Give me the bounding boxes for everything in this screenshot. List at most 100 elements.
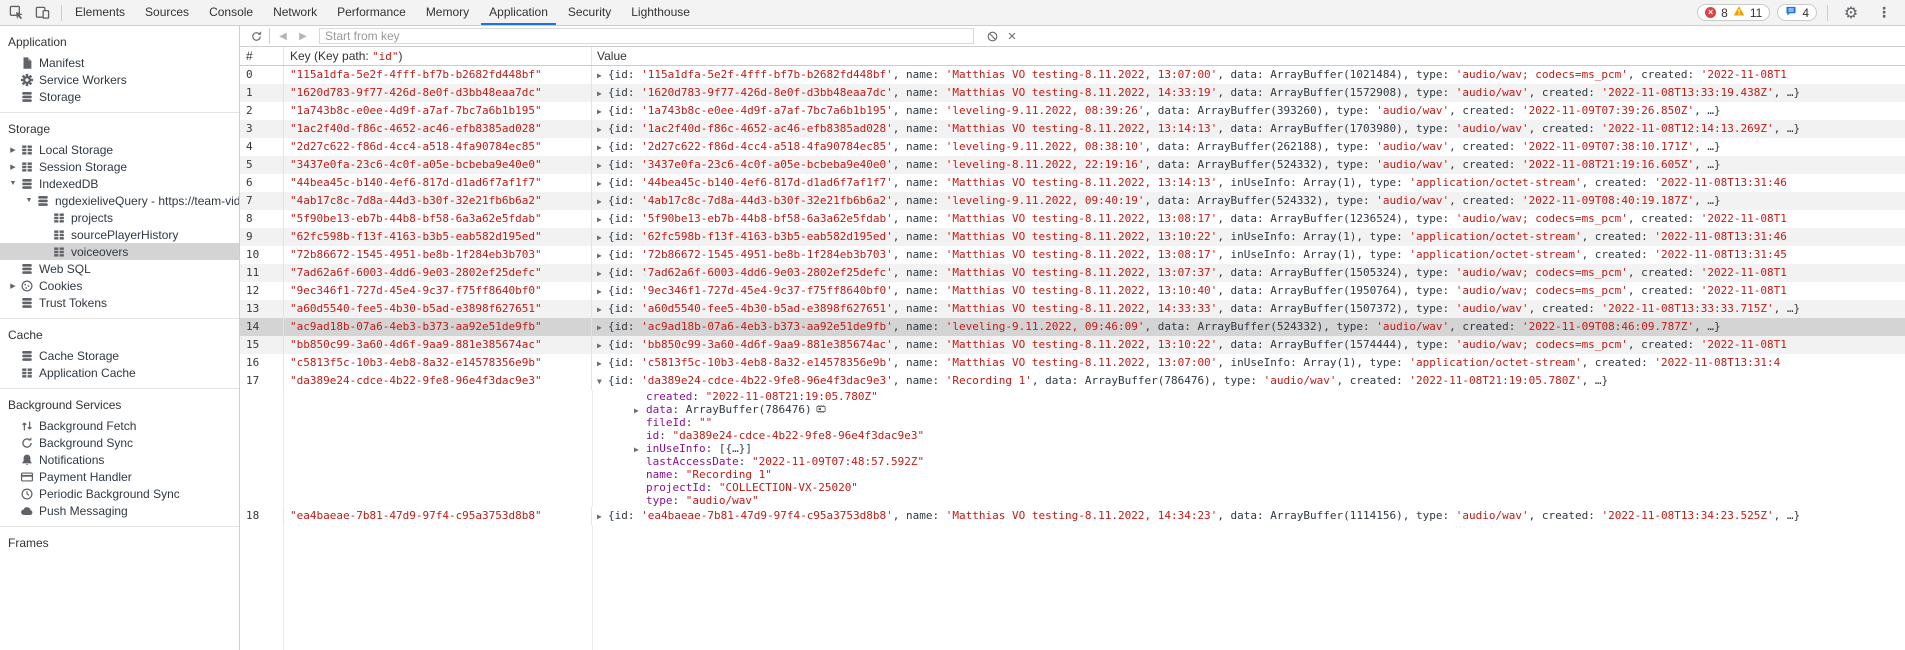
table-row[interactable]: 13"a60d5540-fee5-4b30-b5ad-e3898f627651"… — [240, 300, 1905, 318]
table-row[interactable]: 10"72b86672-1545-4951-be8b-1f284eb3b703"… — [240, 246, 1905, 264]
sidebar-item-background-sync[interactable]: Background Sync — [0, 434, 239, 451]
sidebar-item-cache-storage[interactable]: Cache Storage — [0, 347, 239, 364]
sidebar-item-background-fetch[interactable]: Background Fetch — [0, 417, 239, 434]
expanded-property-row[interactable]: created: "2022-11-08T21:19:05.780Z" — [240, 390, 1905, 403]
table-row[interactable]: 5"3437e0fa-23c6-4c0f-a05e-bcbeba9e40e0"▶… — [240, 156, 1905, 174]
expander-icon[interactable]: ▶ — [597, 157, 608, 174]
expanded-property-row[interactable]: name: "Recording 1" — [240, 468, 1905, 481]
delete-selected-button[interactable] — [1002, 27, 1022, 45]
sidebar-item-payment-handler[interactable]: Payment Handler — [0, 468, 239, 485]
tab-elements[interactable]: Elements — [65, 0, 135, 25]
clear-object-store-button[interactable] — [982, 27, 1002, 45]
expander-icon[interactable]: ▶ — [634, 404, 646, 416]
expander-icon[interactable]: ▶ — [634, 443, 646, 455]
expander-icon[interactable]: ▶ — [597, 508, 608, 525]
page-forward-button[interactable] — [293, 27, 313, 45]
expander-icon[interactable]: ▶ — [597, 193, 608, 210]
sidebar-item-trust-tokens[interactable]: Trust Tokens — [0, 294, 239, 311]
expanded-property-row[interactable]: ▶inUseInfo: [{…}] — [240, 442, 1905, 455]
tab-security[interactable]: Security — [558, 0, 621, 25]
table-row[interactable]: 1"1620d783-9f77-426d-8e0f-d3bb48eaa7dc"▶… — [240, 84, 1905, 102]
issues-badge[interactable]: 4 — [1777, 4, 1817, 21]
expander-icon[interactable]: ▶ — [597, 283, 608, 300]
expander-icon[interactable]: ▶ — [597, 337, 608, 354]
sidebar-item-session-storage[interactable]: ▶Session Storage — [0, 158, 239, 175]
table-row[interactable]: 17"da389e24-cdce-4b22-9fe8-96e4f3dac9e3"… — [240, 372, 1905, 390]
sidebar-item-notifications[interactable]: Notifications — [0, 451, 239, 468]
memory-inspector-icon[interactable] — [815, 403, 827, 416]
sidebar-item-local-storage[interactable]: ▶Local Storage — [0, 141, 239, 158]
console-status-badges[interactable]: × 8 11 — [1697, 4, 1770, 21]
expander-icon[interactable]: ▶ — [6, 163, 20, 171]
kebab-menu-icon[interactable] — [1871, 0, 1897, 25]
table-row[interactable]: 8"5f90be13-eb7b-44b8-bf58-6a3a62e5fdab"▶… — [240, 210, 1905, 228]
sidebar-item-manifest[interactable]: Manifest — [0, 54, 239, 71]
tab-network[interactable]: Network — [263, 0, 327, 25]
expander-icon[interactable]: ▶ — [597, 265, 608, 282]
expander-icon[interactable]: ▶ — [597, 175, 608, 192]
table-row[interactable]: 3"1ac2f40d-f86c-4652-ac46-efb8385ad028"▶… — [240, 120, 1905, 138]
refresh-button[interactable] — [246, 27, 266, 45]
expander-icon[interactable]: ▶ — [597, 67, 608, 84]
tab-performance[interactable]: Performance — [327, 0, 416, 25]
tab-application[interactable]: Application — [479, 0, 558, 25]
sidebar-item-indexeddb[interactable]: ▼IndexedDB — [0, 175, 239, 192]
expander-icon[interactable]: ▶ — [597, 211, 608, 228]
sidebar-item-sourceplayerhistory[interactable]: sourcePlayerHistory — [0, 226, 239, 243]
expander-icon[interactable]: ▼ — [22, 197, 36, 204]
table-row[interactable]: 12"9ec346f1-727d-45e4-9c37-f75ff8640bf0"… — [240, 282, 1905, 300]
sidebar-item-periodic-background-sync[interactable]: Periodic Background Sync — [0, 485, 239, 502]
sidebar-item-push-messaging[interactable]: Push Messaging — [0, 502, 239, 519]
table-row[interactable]: 16"c5813f5c-10b3-4eb8-8a32-e14578356e9b"… — [240, 354, 1905, 372]
column-header-index[interactable]: # — [240, 47, 284, 65]
inspect-element-icon[interactable] — [3, 0, 29, 25]
table-row[interactable]: 4"2d27c622-f86d-4cc4-a518-4fa90784ec85"▶… — [240, 138, 1905, 156]
sidebar-item-ngdexielivequery-https-team-vidieditor-v[interactable]: ▼ngdexieliveQuery - https://team-vidiedi… — [0, 192, 239, 209]
table-row[interactable]: 18"ea4baeae-7b81-47d9-97f4-c95a3753d8b8"… — [240, 507, 1905, 525]
expander-icon[interactable]: ▶ — [6, 146, 20, 154]
table-row[interactable]: 9"62fc598b-f13f-4163-b3b5-eab582d195ed"▶… — [240, 228, 1905, 246]
tab-console[interactable]: Console — [199, 0, 263, 25]
page-back-button[interactable] — [273, 27, 293, 45]
device-toolbar-icon[interactable] — [29, 0, 55, 25]
expander-icon[interactable]: ▶ — [597, 301, 608, 318]
table-row[interactable]: 11"7ad62a6f-6003-4dd6-9e03-2802ef25defc"… — [240, 264, 1905, 282]
table-row[interactable]: 6"44bea45c-b140-4ef6-817d-d1ad6f7af1f7"▶… — [240, 174, 1905, 192]
column-header-key[interactable]: Key (Key path: "id") — [284, 47, 592, 65]
sidebar-item-service-workers[interactable]: Service Workers — [0, 71, 239, 88]
expanded-property-row[interactable]: ▶data: ArrayBuffer(786476) — [240, 403, 1905, 416]
expander-icon[interactable]: ▶ — [597, 85, 608, 102]
expander-icon[interactable]: ▶ — [597, 121, 608, 138]
sidebar-item-voiceovers[interactable]: voiceovers — [0, 243, 239, 260]
sidebar-item-web-sql[interactable]: Web SQL — [0, 260, 239, 277]
table-row[interactable]: 2"1a743b8c-e0ee-4d9f-a7af-7bc7a6b1b195"▶… — [240, 102, 1905, 120]
expanded-property-row[interactable]: projectId: "COLLECTION-VX-25020" — [240, 481, 1905, 494]
sidebar-item-application-cache[interactable]: Application Cache — [0, 364, 239, 381]
table-row[interactable]: 7"4ab17c8c-7d8a-44d3-b30f-32e21fb6b6a2"▶… — [240, 192, 1905, 210]
sidebar-item-cookies[interactable]: ▶Cookies — [0, 277, 239, 294]
expander-icon[interactable]: ▶ — [597, 319, 608, 336]
column-header-value[interactable]: Value — [592, 47, 1905, 65]
table-row[interactable]: 0"115a1dfa-5e2f-4fff-bf7b-b2682fd448bf"▶… — [240, 66, 1905, 84]
expanded-property-row[interactable]: fileId: "" — [240, 416, 1905, 429]
expander-icon[interactable]: ▶ — [597, 247, 608, 264]
sidebar-item-projects[interactable]: projects — [0, 209, 239, 226]
tab-memory[interactable]: Memory — [416, 0, 479, 25]
expander-icon[interactable]: ▼ — [597, 373, 608, 390]
table-row[interactable]: 15"bb850c99-3a60-4d6f-9aa9-881e385674ac"… — [240, 336, 1905, 354]
expander-icon[interactable]: ▼ — [6, 180, 20, 187]
expander-icon[interactable]: ▶ — [597, 229, 608, 246]
sidebar-item-storage[interactable]: Storage — [0, 88, 239, 105]
expander-icon[interactable]: ▶ — [597, 139, 608, 156]
settings-gear-icon[interactable] — [1838, 0, 1864, 25]
expanded-property-row[interactable]: id: "da389e24-cdce-4b22-9fe8-96e4f3dac9e… — [240, 429, 1905, 442]
tab-sources[interactable]: Sources — [135, 0, 199, 25]
expanded-property-row[interactable]: type: "audio/wav" — [240, 494, 1905, 507]
start-from-key-input[interactable] — [319, 28, 974, 44]
tab-lighthouse[interactable]: Lighthouse — [621, 0, 700, 25]
expander-icon[interactable]: ▶ — [597, 103, 608, 120]
expander-icon[interactable]: ▶ — [6, 282, 20, 290]
table-row[interactable]: 14"ac9ad18b-07a6-4eb3-b373-aa92e51de9fb"… — [240, 318, 1905, 336]
expander-icon[interactable]: ▶ — [597, 355, 608, 372]
expanded-property-row[interactable]: lastAccessDate: "2022-11-09T07:48:57.592… — [240, 455, 1905, 468]
